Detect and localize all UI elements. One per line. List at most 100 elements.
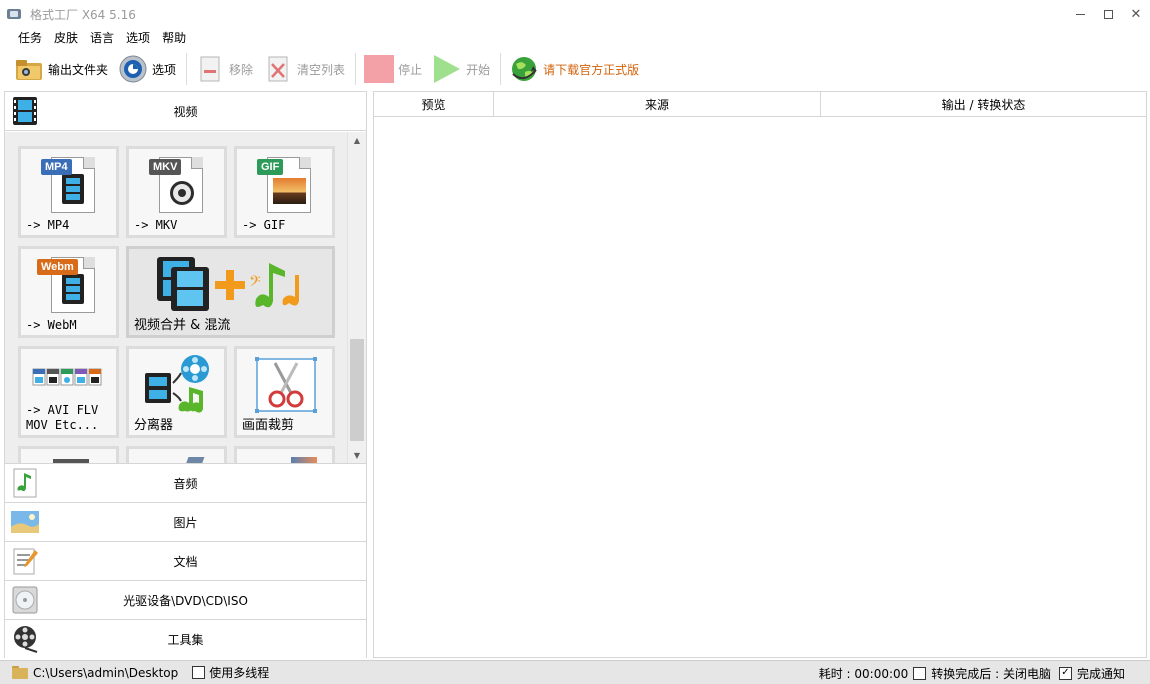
category-panel: 视频 MP4 -> MP4 MKV -> MKV GIF -> GIF Webm… — [4, 91, 367, 658]
category-image[interactable]: 图片 — [5, 502, 366, 541]
tile-to-mp4[interactable]: MP4 -> MP4 — [18, 146, 119, 238]
scroll-down-icon[interactable]: ▼ — [348, 447, 366, 463]
download-official-label: 请下载官方正式版 — [543, 62, 640, 77]
remove-label: 移除 — [229, 62, 254, 77]
status-bar: C:\Users\admin\Desktop 使用多线程 耗时 : 00:00:… — [0, 660, 1150, 684]
stop-icon — [364, 54, 395, 84]
clear-list-label: 清空列表 — [297, 62, 346, 77]
folder-icon — [14, 54, 44, 84]
tile-partial[interactable] — [234, 446, 335, 463]
minimize-button[interactable] — [1066, 0, 1094, 28]
scroll-thumb[interactable] — [350, 339, 364, 441]
tools-scrollbar[interactable]: ▲ ▼ — [347, 132, 366, 463]
multithread-label: 使用多线程 — [209, 666, 270, 680]
mkv-badge: MKV — [149, 159, 182, 175]
menu-options[interactable]: 选项 — [120, 29, 156, 46]
menu-help[interactable]: 帮助 — [156, 29, 192, 46]
category-document[interactable]: 文档 — [5, 541, 366, 580]
menu-task[interactable]: 任务 — [12, 29, 48, 46]
close-button[interactable]: ✕ — [1122, 0, 1150, 28]
tile-to-avi-flv-mov[interactable]: -> AVI FLV MOV Etc... — [18, 346, 119, 438]
window-controls: ✕ — [1066, 0, 1150, 28]
toolbar-separator — [355, 53, 357, 85]
sunset-image-icon — [273, 178, 306, 204]
after-convert-checkbox[interactable] — [913, 666, 927, 680]
menu-bar: 任务 皮肤 语言 选项 帮助 — [0, 28, 1150, 46]
download-official-button[interactable]: 请下载官方正式版 — [509, 51, 639, 87]
tile-label: -> MKV — [134, 218, 178, 232]
webm-badge: Webm — [37, 259, 78, 275]
tile-to-gif[interactable]: GIF -> GIF — [234, 146, 335, 238]
after-convert-label: 转换完成后 : 关闭电脑 — [931, 666, 1051, 681]
tile-partial[interactable] — [18, 446, 119, 463]
notify-label: 完成通知 — [1076, 666, 1125, 681]
tile-crop[interactable]: 画面裁剪 — [234, 346, 335, 438]
clear-list-button[interactable]: 清空列表 — [263, 51, 345, 87]
scroll-up-icon[interactable]: ▲ — [348, 132, 366, 148]
tile-label: -> GIF — [242, 218, 286, 232]
scissors-crop-icon — [255, 357, 317, 413]
remove-button[interactable]: 移除 — [195, 51, 253, 87]
tile-label: 画面裁剪 — [242, 418, 295, 433]
output-path[interactable]: C:\Users\admin\Desktop — [33, 666, 178, 680]
tile-video-merge-mux[interactable]: 𝄢 视频合并 & 混流 — [126, 246, 335, 338]
output-folder-label: 输出文件夹 — [48, 62, 109, 77]
status-right-group: 耗时 : 00:00:00 转换完成后 : 关闭电脑 ✓ 完成通知 — [814, 661, 1125, 684]
document-icon — [11, 546, 39, 576]
category-toolbox[interactable]: 工具集 — [5, 619, 366, 658]
app-icon — [6, 6, 22, 22]
multi-format-icon — [32, 368, 102, 386]
maximize-button[interactable] — [1094, 0, 1122, 28]
toolbar-separator — [186, 53, 188, 85]
column-output-status[interactable]: 输出 / 转换状态 — [821, 92, 1146, 117]
category-optical-device[interactable]: 光驱设备\DVD\CD\ISO — [5, 580, 366, 619]
tile-to-webm[interactable]: Webm -> WebM — [18, 246, 119, 338]
tile-label: -> WebM — [26, 318, 77, 332]
splitter-icon — [145, 355, 209, 413]
clear-list-icon — [263, 54, 293, 84]
category-video-label: 视频 — [173, 104, 198, 119]
column-source[interactable]: 来源 — [494, 92, 821, 117]
options-label: 选项 — [152, 62, 177, 77]
film-reel-icon — [11, 624, 39, 654]
options-button[interactable]: 选项 — [118, 51, 176, 87]
category-image-label: 图片 — [173, 515, 198, 530]
task-list-panel: 预览 来源 输出 / 转换状态 — [373, 91, 1147, 658]
minimize-icon — [1075, 13, 1085, 15]
start-label: 开始 — [466, 62, 491, 77]
menu-language[interactable]: 语言 — [84, 29, 120, 46]
gear-icon — [118, 54, 148, 84]
maximize-icon — [1103, 9, 1113, 19]
mp4-badge: MP4 — [41, 159, 72, 175]
start-button[interactable]: 开始 — [432, 51, 490, 87]
column-preview[interactable]: 预览 — [374, 92, 494, 117]
menu-skin[interactable]: 皮肤 — [48, 29, 84, 46]
output-folder-button[interactable]: 输出文件夹 — [14, 51, 108, 87]
stop-button[interactable]: 停止 — [364, 51, 422, 87]
task-list-header: 预览 来源 输出 / 转换状态 — [374, 92, 1146, 117]
tile-label: -> AVI FLV MOV Etc... — [26, 403, 99, 432]
remove-icon — [195, 54, 225, 84]
play-icon — [432, 54, 462, 84]
category-audio[interactable]: 音频 — [5, 463, 366, 502]
disc-drive-icon — [11, 585, 39, 615]
multithread-checkbox[interactable] — [192, 666, 206, 679]
svg-text:𝄢: 𝄢 — [249, 273, 261, 294]
elapsed-time: 耗时 : 00:00:00 — [818, 666, 909, 681]
picture-icon — [11, 507, 39, 537]
tile-to-mkv[interactable]: MKV -> MKV — [126, 146, 227, 238]
video-tools-grid: MP4 -> MP4 MKV -> MKV GIF -> GIF Webm ->… — [5, 132, 366, 463]
notify-checkbox[interactable]: ✓ — [1058, 666, 1072, 680]
category-video[interactable]: 视频 — [5, 92, 366, 131]
tile-label: 视频合并 & 混流 — [134, 318, 231, 333]
video-merge-icon: 𝄢 — [157, 257, 299, 311]
tile-splitter[interactable]: 分离器 — [126, 346, 227, 438]
video-film-icon — [11, 96, 39, 126]
tile-partial[interactable] — [126, 446, 227, 463]
toolbar-separator — [500, 53, 502, 85]
category-audio-label: 音频 — [173, 476, 198, 491]
title-bar: 格式工厂 X64 5.16 ✕ — [0, 0, 1150, 28]
stop-label: 停止 — [398, 62, 423, 77]
check-icon: ✓ — [1061, 667, 1070, 678]
folder-icon[interactable] — [12, 666, 28, 679]
